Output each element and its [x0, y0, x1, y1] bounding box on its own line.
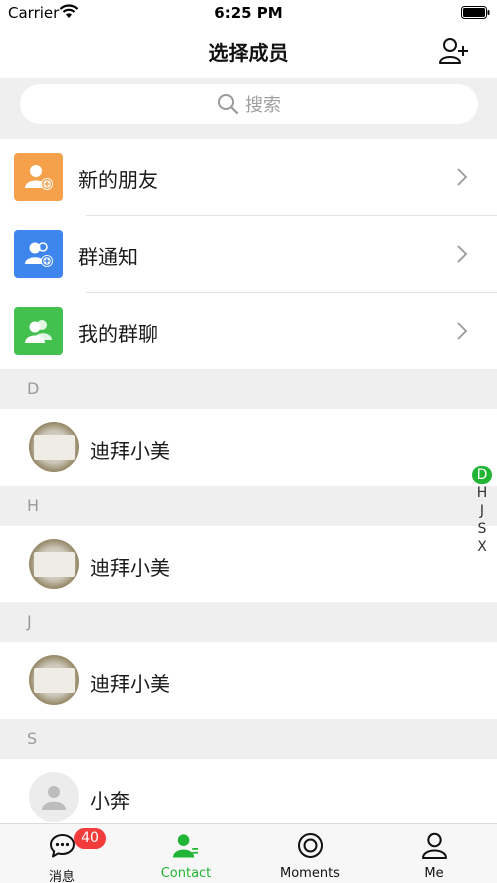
- section-header-s: S: [0, 719, 497, 759]
- moments-icon: [298, 833, 323, 858]
- search-input[interactable]: 搜索: [20, 84, 478, 124]
- alphabet-index[interactable]: D H J S X: [472, 466, 492, 556]
- contact-row[interactable]: 迪拜小美: [0, 642, 497, 719]
- contact-name: 小奔: [90, 789, 130, 813]
- chevron-right-icon: [457, 168, 468, 186]
- new-friend-icon: [14, 153, 63, 201]
- index-letter-s[interactable]: S: [472, 520, 492, 538]
- entry-new-friends[interactable]: 新的朋友: [0, 139, 497, 215]
- entry-label: 我的群聊: [78, 322, 158, 346]
- tab-contact[interactable]: Contact: [124, 824, 248, 883]
- index-letter-j[interactable]: J: [472, 502, 492, 520]
- navigation-bar: 选择成员: [0, 26, 497, 78]
- entry-label: 新的朋友: [78, 168, 158, 192]
- section-header-h: H: [0, 486, 497, 526]
- tab-bar: 40 消息 Contact Moments Me: [0, 823, 497, 883]
- contact-name: 迪拜小美: [90, 556, 170, 580]
- unread-badge: 40: [74, 828, 106, 849]
- entry-group-notice[interactable]: 群通知: [0, 216, 497, 292]
- section-header-d: D: [0, 369, 497, 409]
- index-letter-x[interactable]: X: [472, 538, 492, 556]
- index-letter-h[interactable]: H: [472, 484, 492, 502]
- contact-name: 迪拜小美: [90, 439, 170, 463]
- contact-icon: [172, 834, 199, 858]
- chat-bubble-icon: [50, 834, 75, 858]
- status-bar: Carrier 6:25 PM: [0, 0, 497, 26]
- my-groups-icon: [14, 307, 63, 355]
- add-contact-button[interactable]: [436, 34, 472, 68]
- index-letter-d[interactable]: D: [472, 466, 492, 484]
- entry-my-groups[interactable]: 我的群聊: [0, 293, 497, 369]
- tab-messages[interactable]: 40 消息: [0, 824, 124, 883]
- search-icon: [218, 94, 239, 115]
- contact-name: 迪拜小美: [90, 672, 170, 696]
- section-header-j: J: [0, 602, 497, 642]
- tab-label: Contact: [160, 866, 212, 881]
- tab-label: Me: [424, 866, 444, 881]
- section-letter: H: [27, 496, 40, 515]
- tab-label: Moments: [280, 866, 340, 881]
- group-notice-icon: [14, 230, 63, 278]
- chevron-right-icon: [457, 245, 468, 263]
- page-title: 选择成员: [208, 41, 289, 65]
- add-user-icon: [439, 38, 468, 64]
- battery-icon: [461, 6, 490, 19]
- clock: 6:25 PM: [214, 4, 283, 22]
- profile-icon: [422, 832, 447, 859]
- tab-moments[interactable]: Moments: [248, 824, 372, 883]
- tab-me[interactable]: Me: [372, 824, 496, 883]
- tab-label: 消息: [48, 870, 75, 883]
- section-letter: J: [27, 612, 32, 631]
- avatar: [29, 539, 79, 589]
- search-placeholder: 搜索: [245, 95, 281, 116]
- avatar: [29, 422, 79, 472]
- default-avatar-icon: [29, 772, 79, 822]
- chevron-right-icon: [457, 322, 468, 340]
- section-letter: S: [27, 729, 38, 748]
- entry-label: 群通知: [78, 245, 138, 269]
- search-area: 搜索: [0, 78, 497, 139]
- contact-row[interactable]: 迪拜小美: [0, 409, 497, 486]
- section-letter: D: [27, 379, 40, 398]
- contact-row[interactable]: 迪拜小美: [0, 526, 497, 603]
- avatar: [29, 655, 79, 705]
